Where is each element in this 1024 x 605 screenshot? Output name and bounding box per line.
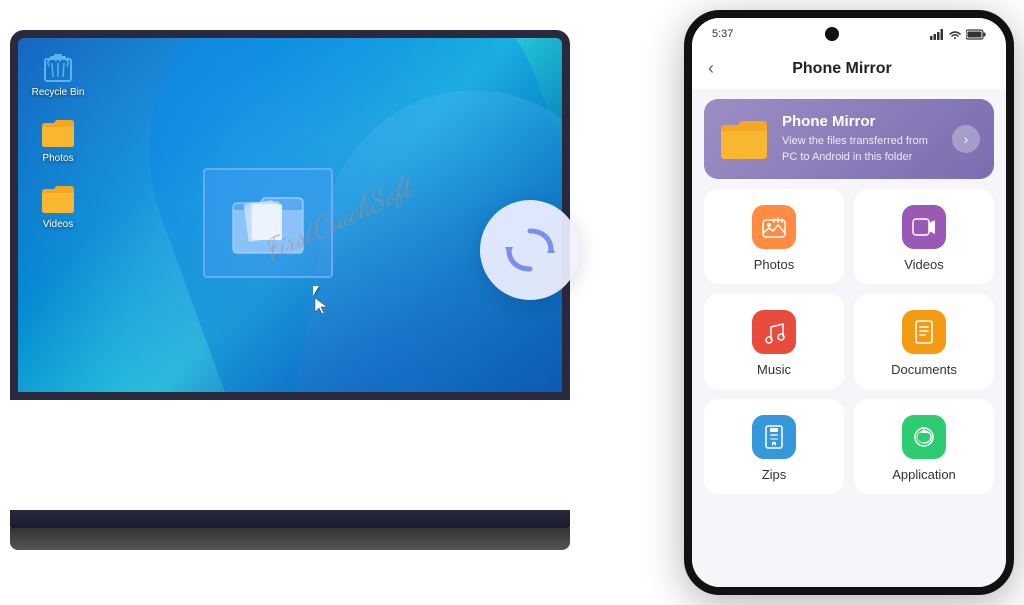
recycle-bin-icon [40,48,76,84]
app-tile-zips[interactable]: Zips [704,399,844,494]
phone-mirror-card[interactable]: Phone Mirror View the files transferred … [704,99,994,179]
app-tile-music[interactable]: Music [704,294,844,389]
videos-label: Videos [43,219,73,230]
app-tile-videos[interactable]: Videos [854,189,994,284]
application-app-label: Application [892,467,956,482]
zips-app-icon [752,415,796,459]
phone-notch-camera [825,27,839,41]
signal-icon [930,29,944,40]
photos-app-icon [752,205,796,249]
desktop-icon-photos[interactable]: Photos [28,114,88,164]
videos-app-label: Videos [904,257,944,272]
desktop-icons: Recycle Bin Photos [28,48,88,230]
laptop-screen-bezel: Recycle Bin Photos [10,30,570,400]
phone-mirror-card-desc: View the files transferred from PC to An… [782,134,940,165]
arrow-icon: › [964,131,969,147]
phone-nav-bar: ‹ Phone Mirror [692,50,1006,89]
phone-screen-title: Phone Mirror [714,60,970,78]
photos-app-label: Photos [754,257,794,272]
music-app-icon [752,310,796,354]
documents-app-icon [902,310,946,354]
photos-folder-icon [40,114,76,150]
sync-icon [501,221,559,279]
center-folder-selected[interactable] [203,168,333,278]
sync-button[interactable] [480,200,580,300]
phone-content: ‹ Phone Mirror Phone Mirror View the fil… [692,50,1006,587]
documents-app-label: Documents [891,362,957,377]
phone-mirror-text-block: Phone Mirror View the files transferred … [782,113,940,165]
laptop-screen: Recycle Bin Photos [18,38,562,392]
phone-mirror-card-title: Phone Mirror [782,113,940,130]
status-icons [930,29,986,40]
phone-body: 5:37 [684,10,1014,595]
app-tile-photos[interactable]: Photos [704,189,844,284]
app-tile-documents[interactable]: Documents [854,294,994,389]
laptop: Recycle Bin Photos [10,30,580,570]
zips-app-label: Zips [762,467,787,482]
phone: 5:37 [684,10,1014,600]
status-time: 5:37 [712,28,733,40]
videos-app-icon [902,205,946,249]
desktop-icon-videos[interactable]: Videos [28,180,88,230]
music-app-label: Music [757,362,791,377]
desktop-icon-recycle-bin[interactable]: Recycle Bin [28,48,88,98]
recycle-bin-label: Recycle Bin [32,87,85,98]
laptop-base [10,510,570,530]
phone-status-bar: 5:37 [692,18,1006,50]
big-folder-icon [228,188,308,258]
application-app-icon [902,415,946,459]
laptop-foot [10,528,570,550]
app-tile-application[interactable]: Application [854,399,994,494]
phone-mirror-arrow-button[interactable]: › [952,125,980,153]
battery-icon [966,29,986,40]
videos-folder-icon [40,180,76,216]
wifi-icon [948,29,962,40]
app-grid: Photos Videos [704,189,994,494]
phone-mirror-folder-icon [718,113,770,165]
photos-label: Photos [42,153,73,164]
